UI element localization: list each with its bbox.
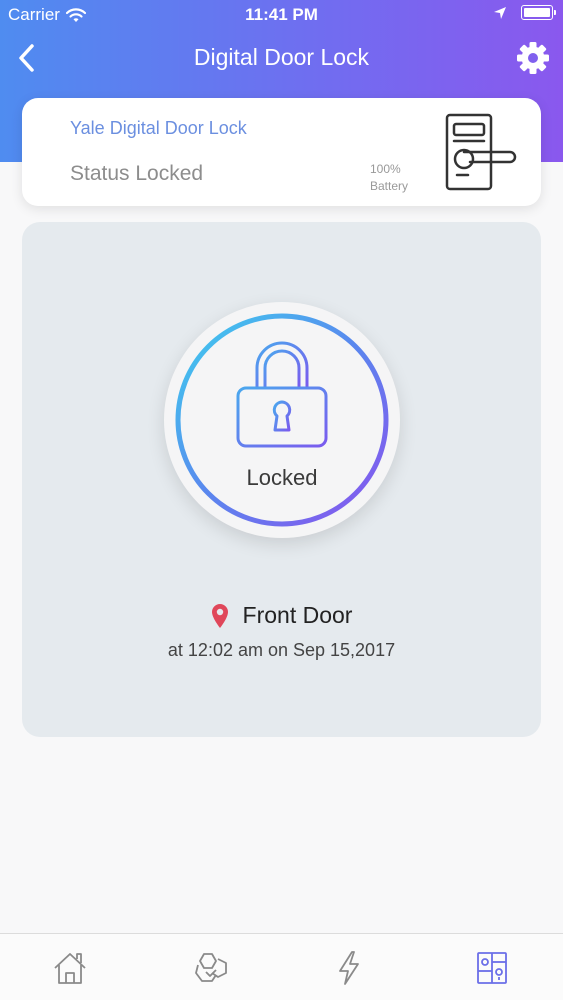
tab-devices[interactable] — [186, 946, 236, 990]
location-row: Front Door — [22, 602, 541, 629]
status-right-group — [493, 5, 556, 20]
page-title: Digital Door Lock — [193, 44, 370, 70]
devices-hex-icon — [195, 953, 227, 982]
device-info-card: Yale Digital Door Lock Status Locked 100… — [22, 98, 541, 206]
location-arrow-icon — [494, 6, 506, 19]
device-name: Yale Digital Door Lock — [70, 118, 247, 138]
status-time: 11:41 PM — [245, 5, 318, 24]
battery-value: 100% — [370, 162, 401, 176]
door-lock-panel-icon — [477, 952, 507, 984]
gear-icon — [517, 42, 549, 74]
settings-button[interactable] — [513, 38, 553, 78]
battery-icon — [521, 5, 556, 20]
lock-state-label: Locked — [246, 465, 318, 490]
lock-toggle-button[interactable]: Locked — [164, 302, 400, 538]
device-status: Status Locked — [70, 162, 204, 185]
tab-energy[interactable] — [324, 946, 374, 990]
padlock-icon — [236, 341, 328, 448]
home-icon — [54, 953, 86, 984]
lock-control-panel: Locked Front Door at 12:02 am on Sep 15,… — [22, 222, 541, 737]
battery-indicator: 100% Battery — [370, 161, 408, 195]
navigation-bar: Digital Door Lock — [0, 32, 563, 84]
tab-door-lock[interactable] — [467, 946, 517, 990]
battery-label: Battery — [370, 179, 409, 193]
status-bar: Carrier 11:41 PM — [0, 0, 563, 30]
door-lock-handle-icon — [445, 113, 517, 191]
tab-bar — [0, 933, 563, 1000]
location-name: Front Door — [242, 602, 353, 628]
last-activity-timestamp: at 12:02 am on Sep 15,2017 — [167, 640, 396, 660]
map-pin-icon — [211, 603, 228, 628]
lightning-icon — [339, 951, 359, 985]
tab-home[interactable] — [45, 946, 95, 990]
